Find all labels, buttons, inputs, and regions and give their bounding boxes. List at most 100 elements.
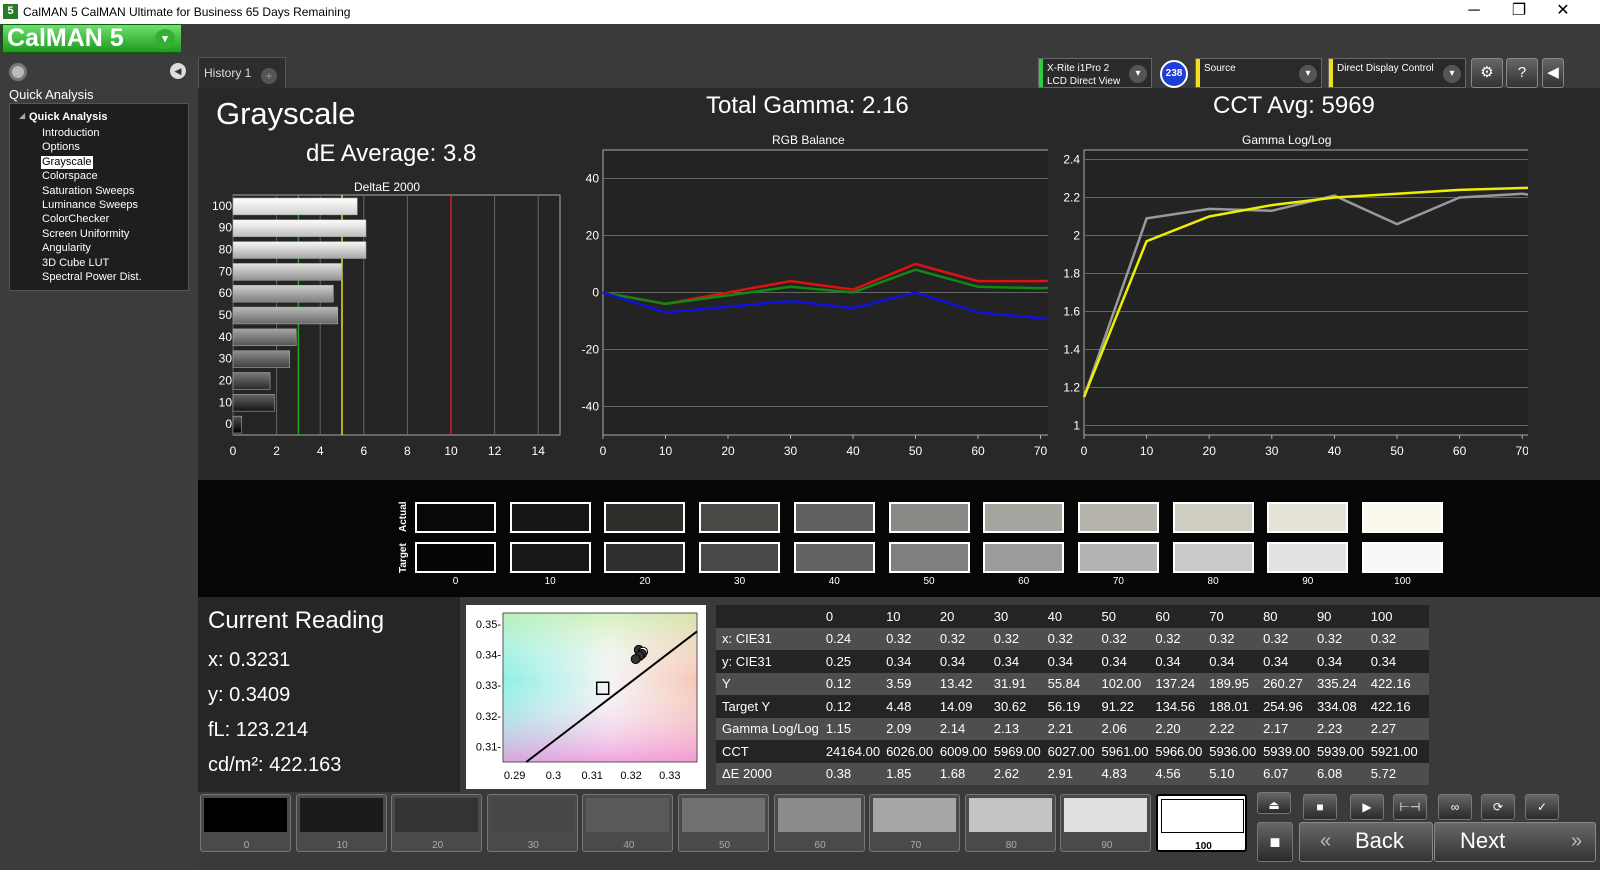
row-label: ΔE 2000 bbox=[722, 766, 772, 782]
tree-item[interactable]: ColorChecker bbox=[41, 213, 110, 226]
deltae-bar bbox=[232, 241, 367, 259]
table-header-cell: 90 bbox=[1316, 608, 1332, 624]
table-cell: 56.19 bbox=[1047, 698, 1081, 714]
tab-history-1[interactable]: History 1 + bbox=[198, 57, 286, 88]
gamma-xtick-label: 60 bbox=[1453, 444, 1467, 458]
source-selector[interactable]: Source ▾ bbox=[1195, 58, 1322, 88]
meter-count-badge[interactable]: 238 bbox=[1160, 60, 1188, 88]
help-icon[interactable]: ? bbox=[1506, 58, 1538, 88]
reading-cdm2: cd/m²: 422.163 bbox=[208, 754, 342, 776]
radio-icon[interactable] bbox=[9, 63, 27, 81]
table-cell: 2.06 bbox=[1101, 721, 1127, 737]
deltae-tick-label: 4 bbox=[317, 444, 324, 458]
stop-icon[interactable]: ■ bbox=[1303, 794, 1337, 820]
swatch-color bbox=[777, 798, 861, 832]
swatch-button-40[interactable]: 40 bbox=[582, 794, 674, 852]
table-cell: 5939.00 bbox=[1316, 743, 1364, 759]
check-icon[interactable]: ✓ bbox=[1525, 794, 1559, 820]
collapse-sidebar-icon[interactable]: ◀ bbox=[170, 63, 186, 79]
actual-swatch bbox=[793, 502, 875, 533]
tree-item[interactable]: Spectral Power Dist. bbox=[41, 271, 143, 284]
swatch-button-100[interactable]: 100 bbox=[1156, 794, 1247, 852]
tree-item[interactable]: Angularity bbox=[41, 242, 92, 255]
tree-item[interactable]: Options bbox=[41, 141, 81, 154]
bottom-bar: 0 10 20 30 40 50 60 70 80 90 100 ⏏ ■ ▶ ⊢⊣ ∞ ⟳ ✓ ■ « Back… bbox=[198, 792, 1600, 870]
minimize-button[interactable]: ─ bbox=[1452, 0, 1496, 24]
tree-item[interactable]: Colorspace bbox=[41, 170, 99, 183]
table-header-cell: 80 bbox=[1263, 608, 1278, 624]
play-icon[interactable]: ▶ bbox=[1350, 794, 1384, 820]
table-cell: 6009.00 bbox=[939, 743, 987, 759]
cie-xtick-label: 0.32 bbox=[620, 770, 641, 782]
cie-xtick-label: 0.3 bbox=[546, 770, 561, 782]
table-cell: 134.56 bbox=[1155, 698, 1196, 714]
target-swatch bbox=[793, 542, 875, 573]
swatch-color bbox=[586, 798, 670, 832]
close-button[interactable]: ✕ bbox=[1541, 0, 1585, 24]
swatch-button-10[interactable]: 10 bbox=[295, 794, 387, 852]
expand-icon[interactable]: ◢ bbox=[19, 111, 25, 120]
actual-swatch bbox=[1077, 502, 1159, 533]
add-tab-icon[interactable]: + bbox=[261, 68, 277, 84]
chevron-down-icon: ▾ bbox=[1129, 65, 1147, 83]
tree-item[interactable]: Saturation Sweeps bbox=[41, 185, 135, 198]
table-cell: 0.34 bbox=[1370, 653, 1397, 669]
swatch-label: 60 bbox=[1018, 576, 1030, 587]
cie-ytick-label: 0.34- bbox=[476, 649, 501, 661]
tree-item[interactable]: Luminance Sweeps bbox=[41, 199, 139, 212]
table-cell: 189.95 bbox=[1209, 676, 1249, 692]
app-icon: 5 bbox=[3, 4, 18, 19]
gamma-xtick-label: 40 bbox=[1328, 444, 1342, 458]
tree-item[interactable]: Grayscale bbox=[41, 155, 93, 169]
side-panel-icon[interactable]: ◀ bbox=[1542, 58, 1564, 88]
tree-item[interactable]: 3D Cube LUT bbox=[41, 257, 110, 270]
table-cell: 0.12 bbox=[825, 676, 852, 692]
sidebar: ◀ Quick Analysis ◢ Quick Analysis Introd… bbox=[0, 55, 198, 870]
settings-gear-icon[interactable]: ⚙ bbox=[1471, 58, 1503, 88]
swatch-button-0[interactable]: 0 bbox=[200, 794, 291, 852]
maximize-button[interactable]: ❐ bbox=[1497, 0, 1541, 24]
eject-icon[interactable]: ⏏ bbox=[1257, 792, 1291, 814]
range-icon[interactable]: ⊢⊣ bbox=[1393, 794, 1427, 820]
table-cell: 0.32 bbox=[939, 631, 966, 647]
deltae-tick-label: 12 bbox=[488, 444, 502, 458]
swatch-button-60[interactable]: 60 bbox=[773, 794, 865, 852]
swatch-button-label: 50 bbox=[718, 840, 731, 851]
table-cell: 5939.00 bbox=[1263, 743, 1311, 759]
swatch-button-label: 80 bbox=[1005, 840, 1017, 851]
rgb-ytick-label: 20 bbox=[586, 229, 600, 243]
swatch-button-70[interactable]: 70 bbox=[869, 794, 961, 852]
swatch-button-90[interactable]: 90 bbox=[1060, 794, 1152, 852]
display-control-selector[interactable]: Direct Display Control ▾ bbox=[1328, 58, 1466, 88]
tree-root[interactable]: Quick Analysis bbox=[29, 111, 107, 123]
table-cell: 4.48 bbox=[886, 698, 912, 714]
back-button[interactable]: « Back bbox=[1299, 822, 1433, 862]
cie-chart: 0.35- 0.34- 0.33- 0.32- 0.31- 0.29 0.3 0.31 0.32… bbox=[476, 612, 698, 782]
calman-menu-button[interactable]: CalMAN 5 ▾ bbox=[2, 24, 182, 53]
swatch-button-20[interactable]: 20 bbox=[391, 794, 483, 852]
table-cell: 2.23 bbox=[1316, 721, 1343, 737]
table-header-cell: 100 bbox=[1370, 608, 1393, 624]
tree-item[interactable]: Screen Uniformity bbox=[41, 228, 130, 241]
swatch-button-30[interactable]: 30 bbox=[486, 794, 578, 852]
refresh-icon[interactable]: ⟳ bbox=[1481, 794, 1515, 820]
deltae-bar bbox=[232, 197, 358, 216]
table-cell: 4.83 bbox=[1101, 766, 1127, 782]
target-swatch bbox=[1267, 542, 1349, 573]
rgb-xtick-label: 10 bbox=[659, 444, 673, 458]
table-row: x: CIE31 0.24 0.32 0.32 0.32 0.32 0.32 0.32 0.32… bbox=[716, 627, 1429, 650]
table-header-cell bbox=[716, 605, 820, 628]
tree-item[interactable]: Introduction bbox=[41, 127, 100, 140]
swatch-button-50[interactable]: 50 bbox=[678, 794, 769, 852]
row-label: CCT bbox=[722, 743, 749, 759]
stop-icon[interactable]: ■ bbox=[1257, 822, 1293, 862]
next-button[interactable]: Next » bbox=[1434, 822, 1596, 862]
back-label: Back bbox=[1355, 828, 1404, 853]
loop-icon[interactable]: ∞ bbox=[1438, 794, 1472, 820]
swatch-label: 70 bbox=[1112, 576, 1124, 587]
deltae-tick-label: 6 bbox=[360, 444, 367, 458]
meter-selector[interactable]: X-Rite i1Pro 2 LCD Direct View ▾ bbox=[1038, 58, 1152, 88]
swatch-button-80[interactable]: 80 bbox=[964, 794, 1056, 852]
table-cell: 14.09 bbox=[939, 698, 973, 714]
table-cell: 0.32 bbox=[1155, 631, 1181, 647]
